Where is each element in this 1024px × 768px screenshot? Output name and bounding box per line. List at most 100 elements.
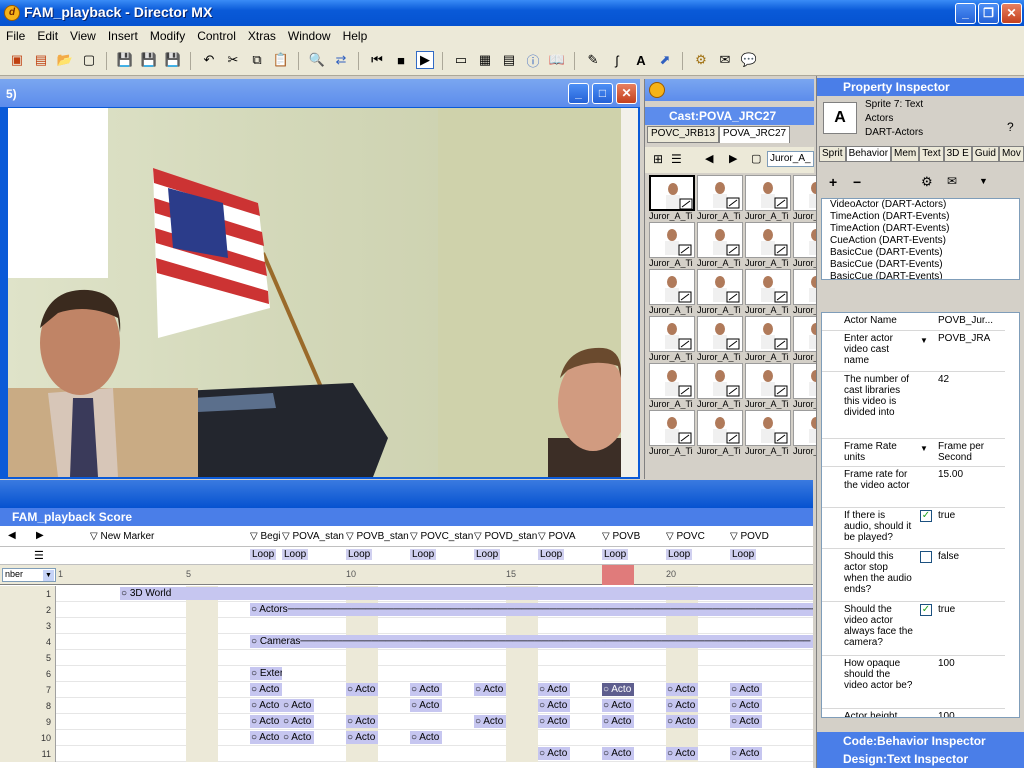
remove-behavior-icon[interactable]: − [853,174,861,190]
cast-member[interactable]: Juror_A_Ti [745,316,791,362]
menu-view[interactable]: View [64,29,102,43]
cast-member[interactable]: Juror_A_Ti [649,410,695,456]
dropdown-arrow-icon[interactable]: ▼ [920,335,932,345]
score-window-icon[interactable]: ▤ [500,51,518,69]
prev-marker-icon[interactable]: ◀ [8,530,16,541]
stage-minimize-button[interactable]: _ [568,83,589,104]
playhead[interactable] [602,565,634,585]
score-marker[interactable]: ▽ Begi [250,531,280,542]
publish-icon[interactable]: 💾 [164,51,182,69]
sprite-span[interactable]: ○ Acto [666,747,698,760]
sprite-span[interactable]: ○ Acto [602,683,634,696]
sprite-span[interactable]: ○ Acto [410,699,442,712]
tab-behavior[interactable]: Behavior [845,146,892,162]
score-marker[interactable]: ▽ POVC_stan [410,531,473,542]
next-member-icon[interactable]: ▶ [729,152,737,165]
behavior-item[interactable]: VideoActor (DART-Actors) [830,199,1019,211]
cast-member[interactable]: Juror_A_Ti [793,269,839,315]
property-value[interactable]: true [938,604,1004,615]
channel-number[interactable]: 1 [0,586,56,602]
cast-member[interactable]: Juror_A_Ti [697,410,743,456]
menu-help[interactable]: Help [337,29,374,43]
loop-label[interactable]: Loop [730,549,757,560]
script-icon[interactable]: ✉ [716,51,734,69]
sprite-span[interactable]: ○ Acto [346,731,378,744]
score-marker[interactable]: ▽ POVA [538,531,576,542]
sprite-span[interactable]: ○ Acto [730,699,762,712]
sprite-span[interactable]: ○ Acto [474,683,506,696]
menu-xtras[interactable]: Xtras [242,29,282,43]
channel-number[interactable]: 6 [0,666,56,682]
sprite-span[interactable]: ○ Acto [730,715,762,728]
member-name-field[interactable]: Juror_A_ [767,151,814,167]
save-all-icon[interactable]: 💾 [140,51,158,69]
property-value[interactable]: Frame per Second [938,441,1004,463]
channel-number[interactable]: 4 [0,634,56,650]
rewind-icon[interactable]: ⏮ [368,51,386,69]
tab-member[interactable]: Mem [891,146,920,162]
cast-member[interactable]: Juror_A_Ti [697,175,743,221]
score-marker[interactable]: ▽ POVD_stan [474,531,537,542]
text-icon[interactable]: A [632,51,650,69]
sprite-span[interactable]: ○ Acto [602,715,634,728]
list-view-icon[interactable]: ☰ [671,152,682,166]
sprite-span[interactable]: ○ Acto [538,699,570,712]
library-icon[interactable]: 📖 [548,51,566,69]
tab-movie[interactable]: Mov [998,146,1024,162]
property-value[interactable]: 100 [938,658,1004,669]
sprite-span[interactable]: ○ Acto [410,683,442,696]
behavior-settings-icon[interactable]: ⚙ [921,174,933,190]
sprite-span[interactable]: ○ Acto [730,683,762,696]
cast-member[interactable]: Juror_A_Ti [697,222,743,268]
checkbox-unchecked[interactable] [920,551,932,563]
open-folder-icon[interactable]: 📂 [56,51,74,69]
score-menu-icon[interactable]: ☰ [34,549,44,562]
property-value[interactable]: POVB_Jur... [938,315,1004,326]
cut-icon[interactable]: ✂ [224,51,242,69]
sprite-span[interactable]: ○ Acto [602,699,634,712]
vector-icon[interactable]: ʃ [608,51,626,69]
channel-number[interactable]: 5 [0,650,56,666]
behavior-item[interactable]: CueAction (DART-Events) [830,235,1019,247]
director-app-icon[interactable]: d [4,5,20,21]
sprite-span[interactable]: ○ Cameras───────────────────────────────… [250,635,813,648]
sprite-span[interactable]: ○ Acto [346,683,378,696]
loop-label[interactable]: Loop [602,549,629,560]
find-icon[interactable]: 🔍 [308,51,326,69]
cast-member[interactable]: Juror_A_Ti [793,316,839,362]
play-icon[interactable]: ▶ [416,51,434,69]
paste-icon[interactable]: 📋 [272,51,290,69]
cast-member[interactable]: Juror_A_Ti [793,222,839,268]
stage-window-icon[interactable]: ▭ [452,51,470,69]
behavior-item[interactable]: TimeAction (DART-Events) [830,211,1019,223]
sprite-span[interactable]: ○ Acto [666,715,698,728]
behavior-menu-icon[interactable]: ▼ [979,176,988,186]
menu-file[interactable]: File [0,29,31,43]
menu-window[interactable]: Window [282,29,337,43]
sprite-span[interactable]: ○ Acto [250,699,282,712]
menu-insert[interactable]: Insert [102,29,144,43]
behavior-item[interactable]: BasicCue (DART-Events) [830,259,1019,271]
channel-number[interactable]: 8 [0,698,56,714]
save-icon[interactable]: 💾 [116,51,134,69]
import-icon[interactable]: ▢ [80,51,98,69]
sprite-span[interactable]: ○ Acto [346,715,378,728]
cast-member[interactable]: Juror_A_Ti [793,363,839,409]
behavior-item[interactable]: TimeAction (DART-Events) [830,223,1019,235]
new-cast-icon[interactable]: ▤ [32,51,50,69]
sprite-span[interactable]: ○ Acto [410,731,442,744]
menu-edit[interactable]: Edit [31,29,64,43]
sprite-span[interactable]: ○ Acto [250,731,282,744]
checkbox-checked[interactable]: ✓ [920,510,932,522]
score-marker[interactable]: ▽ POVC [666,531,705,542]
loop-label[interactable]: Loop [666,549,693,560]
score-marker[interactable]: ▽ POVD [730,531,769,542]
cast-member[interactable]: Juror_A_Ti [793,410,839,456]
text-inspector-panel[interactable]: Design:Text Inspector [817,750,1024,768]
sprite-span[interactable]: ○ Acto [538,715,570,728]
sprite-span[interactable]: ○ Acto [666,699,698,712]
cast-member[interactable]: Juror_A_Ti [649,269,695,315]
score-marker[interactable]: ▽ POVB_stan [346,531,409,542]
sprite-span[interactable]: ○ 3D World [120,587,813,600]
stage-scrollbar[interactable] [621,108,638,477]
